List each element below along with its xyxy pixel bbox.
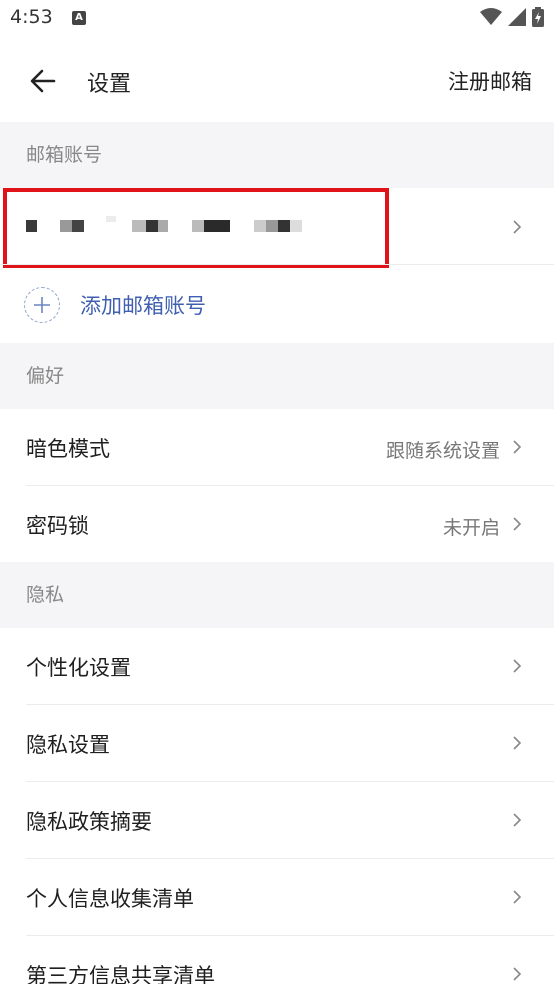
chevron-right-icon xyxy=(513,659,522,673)
privacy-settings-row[interactable]: 隐私设置 xyxy=(0,705,554,781)
status-bar: 4:53 A xyxy=(0,0,554,40)
section-title: 偏好 xyxy=(26,365,65,387)
chevron-right-icon xyxy=(513,517,522,531)
row-label: 隐私设置 xyxy=(26,733,110,757)
back-button[interactable] xyxy=(26,64,60,98)
wifi-icon xyxy=(480,8,502,25)
add-account-label[interactable]: 添加邮箱账号 xyxy=(80,290,206,320)
row-label: 第三方信息共享清单 xyxy=(26,964,215,984)
chevron-right-icon xyxy=(513,440,522,454)
section-title: 隐私 xyxy=(26,584,65,606)
dark-mode-row[interactable]: 暗色模式 跟随系统设置 xyxy=(0,409,554,485)
section-header-preferences: 偏好 xyxy=(0,343,554,409)
add-icon[interactable] xyxy=(24,287,60,323)
personal-info-row[interactable]: 个人信息收集清单 xyxy=(0,859,554,935)
privacy-policy-row[interactable]: 隐私政策摘要 xyxy=(0,782,554,858)
row-label: 暗色模式 xyxy=(26,437,110,461)
battery-icon xyxy=(532,7,544,27)
plus-icon xyxy=(34,297,50,313)
chevron-right-icon xyxy=(513,220,522,234)
row-value: 未开启 xyxy=(442,517,500,539)
row-label: 个人信息收集清单 xyxy=(26,887,194,911)
chevron-right-icon xyxy=(513,736,522,750)
chevron-right-icon xyxy=(513,890,522,904)
row-label: 个性化设置 xyxy=(26,656,131,680)
notification-icon: A xyxy=(72,11,86,25)
page-title: 设置 xyxy=(87,72,132,97)
row-value: 跟随系统设置 xyxy=(385,440,500,462)
register-mailbox-button[interactable]: 注册邮箱 xyxy=(448,66,532,96)
section-header-privacy: 隐私 xyxy=(0,562,554,628)
personalization-row[interactable]: 个性化设置 xyxy=(0,628,554,704)
highlight-box xyxy=(3,188,389,268)
status-time: 4:53 xyxy=(10,6,53,28)
row-label: 隐私政策摘要 xyxy=(26,810,152,834)
chevron-right-icon xyxy=(513,967,522,981)
section-header-account: 邮箱账号 xyxy=(0,122,554,188)
status-icons xyxy=(480,7,544,27)
third-party-row[interactable]: 第三方信息共享清单 xyxy=(0,936,554,984)
arrow-left-icon xyxy=(30,69,56,93)
header: 设置 注册邮箱 xyxy=(0,40,554,122)
section-title: 邮箱账号 xyxy=(26,144,103,166)
row-label: 密码锁 xyxy=(26,514,89,538)
signal-icon xyxy=(508,8,526,26)
chevron-right-icon xyxy=(513,813,522,827)
password-lock-row[interactable]: 密码锁 未开启 xyxy=(0,486,554,562)
